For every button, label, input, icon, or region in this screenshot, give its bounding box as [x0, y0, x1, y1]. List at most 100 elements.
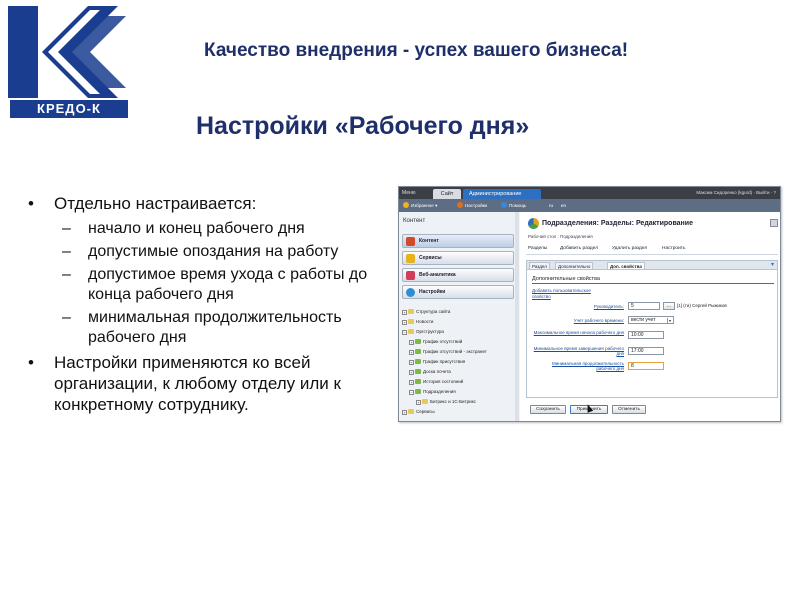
- tree-item-label: Доска почета: [423, 369, 451, 374]
- tree-item[interactable]: + Структура сайта: [402, 308, 450, 315]
- bullet-text: Отдельно настраивается:: [54, 194, 257, 213]
- expand-icon[interactable]: +: [402, 410, 407, 415]
- edit-form-area: Подразделения: Разделы: Редактирование Р…: [520, 212, 780, 421]
- tree-item[interactable]: − Подразделения: [409, 388, 456, 395]
- add-section-button[interactable]: Добавить раздел: [560, 246, 598, 251]
- expand-icon[interactable]: +: [416, 400, 421, 405]
- user-info[interactable]: Максим Сидоренко (kgurd) · Выйти · ?: [696, 189, 776, 197]
- sub-bullet-text: начало и конец рабочего дня: [88, 220, 305, 237]
- kredo-k-logo-mark: [8, 6, 126, 98]
- sidebar-item-label: Сервисы: [419, 255, 442, 261]
- sidebar-item-services[interactable]: Сервисы: [402, 251, 514, 265]
- tree-item[interactable]: + Битрикс и 1С-Битрикс: [416, 398, 476, 405]
- max-start-time-input[interactable]: 10:00: [628, 331, 664, 339]
- settings-label: Настройки: [465, 203, 488, 208]
- sidebar-item-web-analytics[interactable]: Веб-аналитика: [402, 268, 514, 282]
- tabs-menu-icon[interactable]: ▾: [771, 261, 774, 268]
- kredo-k-logo: КРЕДО-К: [8, 6, 128, 118]
- help-button[interactable]: Помощь: [501, 202, 526, 209]
- save-button[interactable]: Сохранить: [530, 405, 566, 414]
- delete-section-button[interactable]: Удалить раздел: [612, 246, 647, 251]
- favorites-button[interactable]: Избранное ▾: [403, 202, 437, 209]
- sub-bullet-marker: –: [62, 243, 71, 260]
- iblock-icon: [415, 339, 421, 344]
- field-label: Минимальное время завершения рабочего дн…: [533, 346, 624, 356]
- expand-icon[interactable]: +: [402, 320, 407, 325]
- slide-title: Настройки «Рабочего дня»: [196, 112, 530, 140]
- sub-bullet-marker: –: [62, 266, 71, 283]
- accounting-select[interactable]: вести учет ▾: [628, 316, 674, 324]
- tree-item-label: История состояний: [423, 379, 464, 384]
- tree-item[interactable]: + История состояний: [409, 378, 463, 385]
- tree-item[interactable]: + График отсутствий - экстранет: [409, 348, 487, 355]
- tree-item[interactable]: − Оргструктура: [402, 328, 444, 335]
- analytics-icon: [406, 271, 415, 280]
- services-icon: [406, 254, 415, 263]
- tree-item-label: График отсутствий - экстранет: [423, 349, 487, 354]
- tree-item-label: График присутствия: [423, 359, 466, 364]
- tab-extra-properties[interactable]: Доп. свойства: [607, 262, 645, 270]
- head-name: [1] (ти) Сергей Рыжиков: [677, 303, 727, 308]
- tree-item-label: Подразделения: [423, 389, 456, 394]
- logo-text: КРЕДО-К: [10, 100, 128, 118]
- expand-icon[interactable]: +: [409, 380, 414, 385]
- tree-item[interactable]: + Сервисы: [402, 408, 435, 415]
- tree-item-label: Новости: [416, 319, 434, 324]
- sub-bullet-marker: –: [62, 220, 71, 237]
- tree-item[interactable]: + График отсутствий: [409, 338, 462, 345]
- folder-icon: [408, 309, 414, 314]
- configure-button[interactable]: Настроить: [662, 246, 685, 251]
- expand-icon[interactable]: +: [409, 350, 414, 355]
- form-toolbar: Разделы Добавить раздел Удалить раздел Н…: [526, 245, 778, 255]
- min-duration-input[interactable]: 8: [628, 362, 664, 370]
- sub-bullet-text: допустимое время ухода с работы до конца…: [88, 266, 368, 303]
- field-label: Учет рабочего времени:: [573, 318, 624, 323]
- sub-bullet-item: – допустимые опоздания на работу: [28, 242, 373, 262]
- help-icon: [501, 202, 507, 208]
- bullet-marker: •: [28, 194, 34, 213]
- menu-button[interactable]: Меню: [402, 189, 416, 197]
- tab-site[interactable]: Сайт: [433, 189, 461, 199]
- tree-item-label: График отсутствий: [423, 339, 463, 344]
- add-property-link[interactable]: Добавить пользовательское свойство: [532, 288, 592, 300]
- sub-bullet-item: – начало и конец рабочего дня: [28, 219, 373, 239]
- sections-button[interactable]: Разделы: [528, 246, 547, 251]
- breadcrumb[interactable]: Рабочий стол : Подразделения: [528, 234, 593, 239]
- lang-ru[interactable]: ru: [549, 202, 553, 209]
- iblock-icon: [415, 389, 421, 394]
- app-screenshot: Меню Сайт Администрирование Максим Сидор…: [398, 186, 781, 422]
- collapse-icon[interactable]: −: [402, 330, 407, 335]
- collapse-icon[interactable]: −: [409, 390, 414, 395]
- tree-item[interactable]: + Доска почета: [409, 368, 451, 375]
- settings-button[interactable]: Настройки: [457, 202, 487, 209]
- bitrix-logo-icon: [528, 218, 539, 229]
- tab-admin[interactable]: Администрирование: [463, 189, 541, 199]
- iblock-icon: [415, 359, 421, 364]
- expand-icon[interactable]: +: [409, 370, 414, 375]
- head-input[interactable]: 5: [628, 302, 660, 310]
- folder-icon: [408, 409, 414, 414]
- chevron-down-icon: ▾: [667, 318, 671, 323]
- expand-icon[interactable]: +: [409, 340, 414, 345]
- tab-section[interactable]: Раздел: [529, 262, 550, 270]
- tab-additional[interactable]: Дополнительно: [555, 262, 594, 270]
- cancel-button[interactable]: Отменить: [612, 405, 646, 414]
- tree-item-label: Сервисы: [416, 409, 435, 414]
- sidebar-item-label: Настройки: [419, 289, 446, 295]
- sidebar-item-settings[interactable]: Настройки: [402, 285, 514, 299]
- sub-bullet-text: допустимые опоздания на работу: [88, 243, 339, 260]
- folder-icon: [408, 329, 414, 334]
- tree-item[interactable]: + График присутствия: [409, 358, 465, 365]
- sidebar-scrollbar[interactable]: [515, 212, 519, 421]
- help-label: Помощь: [509, 203, 527, 208]
- select-user-button[interactable]: ...: [663, 302, 675, 310]
- sidebar-item-content[interactable]: Контент: [402, 234, 514, 248]
- lang-en[interactable]: en: [561, 202, 566, 209]
- bullet-item: • Настройки применяются ко всей организа…: [28, 352, 373, 415]
- print-icon[interactable]: [770, 219, 778, 227]
- admin-panel-bar: Избранное ▾ Настройки Помощь ru en: [399, 199, 780, 212]
- tree-item[interactable]: + Новости: [402, 318, 433, 325]
- expand-icon[interactable]: +: [402, 310, 407, 315]
- min-end-time-input[interactable]: 17:00: [628, 347, 664, 355]
- expand-icon[interactable]: +: [409, 360, 414, 365]
